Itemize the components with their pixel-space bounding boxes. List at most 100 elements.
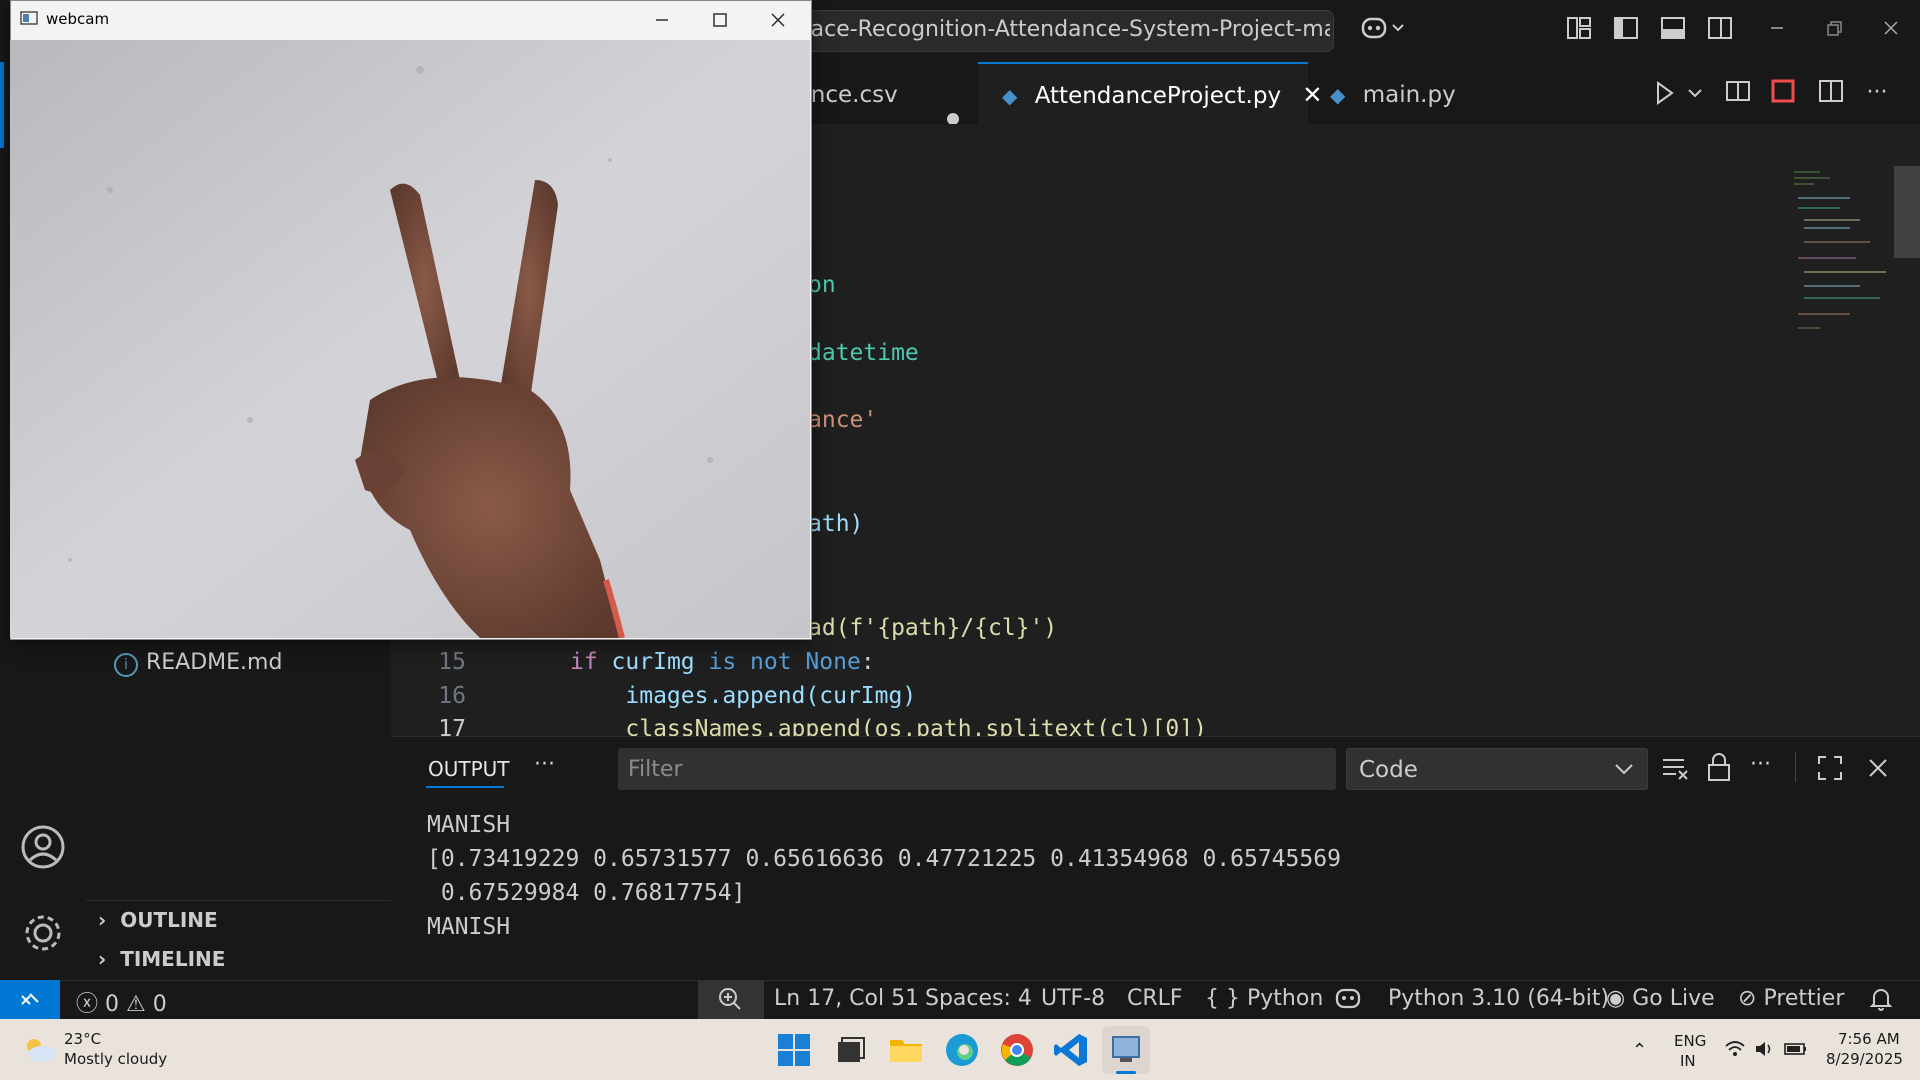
language-label: Python <box>1247 986 1324 1011</box>
chevron-up-icon[interactable]: ⌃ <box>1632 1040 1647 1061</box>
vscode-icon[interactable] <box>1051 1030 1091 1070</box>
toggle-secondary-sidebar-icon[interactable] <box>1703 14 1737 48</box>
minimap[interactable] <box>1790 168 1890 338</box>
language-mode[interactable]: { } Python <box>1205 986 1323 1011</box>
accounts-icon[interactable] <box>18 822 68 872</box>
timeline-section[interactable]: › TIMELINE <box>98 947 225 971</box>
volume-icon[interactable] <box>1754 1040 1776 1062</box>
prettier[interactable]: ⊘ Prettier <box>1738 986 1844 1011</box>
customize-layout-icon[interactable] <box>1562 14 1596 48</box>
restore-icon[interactable] <box>1816 14 1850 48</box>
encoding[interactable]: UTF-8 <box>1041 986 1105 1011</box>
file-explorer-icon[interactable] <box>886 1030 926 1070</box>
chevron-down-icon <box>1613 755 1635 785</box>
split-editor-icon[interactable] <box>1814 76 1848 110</box>
output-line: MANISH <box>427 914 511 940</box>
python-app-icon[interactable] <box>1102 1026 1150 1074</box>
output-line: 0.67529984 0.76817754] <box>427 880 746 906</box>
error-count: 0 <box>105 992 120 1017</box>
tab-label: main.py <box>1362 82 1456 108</box>
run-icon[interactable] <box>1648 76 1682 110</box>
keyword: is not <box>708 649 792 675</box>
window-app-icon <box>20 10 38 26</box>
webcam-maximize-icon[interactable] <box>710 6 730 38</box>
cursor-position[interactable]: Ln 17, Col 51 <box>774 986 919 1011</box>
channel-select[interactable]: Code <box>1346 748 1648 790</box>
webcam-title: webcam <box>46 10 110 28</box>
start-icon[interactable] <box>774 1030 814 1070</box>
record-icon[interactable] <box>1766 76 1800 110</box>
webcam-feed <box>10 40 810 638</box>
battery-icon[interactable] <box>1784 1040 1808 1062</box>
line-number: 16 <box>438 683 466 709</box>
webcam-minimize-icon[interactable] <box>652 6 672 38</box>
code-fragment: ance' <box>808 407 878 433</box>
info-icon: i <box>114 653 138 677</box>
run-dropdown-icon[interactable] <box>1680 76 1710 110</box>
code-line: if curImg is not None: <box>570 649 875 675</box>
language-indicator[interactable]: ENG <box>1674 1032 1706 1050</box>
weather-icon[interactable] <box>20 1034 60 1068</box>
panel-more-icon[interactable]: ··· <box>534 752 555 777</box>
toggle-panel-icon[interactable] <box>1656 14 1690 48</box>
active-indicator <box>0 62 4 148</box>
output-line: [0.73419229 0.65731577 0.65616636 0.4772… <box>427 846 1341 872</box>
error-icon: ⓧ <box>76 992 99 1017</box>
chrome-icon[interactable] <box>997 1030 1037 1070</box>
bell-icon[interactable] <box>1868 986 1894 1018</box>
warning-count: 0 <box>152 992 167 1017</box>
more-actions-icon[interactable]: ··· <box>1860 76 1894 110</box>
indentation[interactable]: Spaces: 4 <box>925 986 1032 1011</box>
language-region: IN <box>1680 1052 1696 1070</box>
code-fragment: on <box>808 272 836 298</box>
copilot-icon[interactable] <box>1358 14 1410 48</box>
keyword: None <box>791 649 861 675</box>
tab-output[interactable]: OUTPUT <box>428 757 510 781</box>
file-readme-label: README.md <box>146 650 283 675</box>
maximize-panel-icon[interactable] <box>1816 754 1844 786</box>
close-panel-icon[interactable] <box>1864 754 1892 786</box>
clock-date[interactable]: 8/29/2025 <box>1826 1050 1903 1068</box>
weather-temp: 23°C <box>64 1030 102 1048</box>
code-fragment: ath) <box>808 511 864 537</box>
zoom-button[interactable] <box>698 980 764 1019</box>
tab-active-content[interactable]: ◆ AttendanceProject.py ✕ <box>1002 62 1323 124</box>
lock-icon[interactable] <box>1706 752 1732 786</box>
copilot-status-icon[interactable] <box>1334 986 1362 1018</box>
output-tab-underline <box>426 786 504 788</box>
wifi-icon[interactable] <box>1724 1040 1746 1062</box>
clock-time[interactable]: 7:56 AM <box>1838 1030 1900 1048</box>
prettier-icon: ⊘ <box>1738 986 1757 1011</box>
webcam-close-icon[interactable] <box>768 6 788 38</box>
code-line: images.append(curImg) <box>570 683 917 709</box>
minimize-icon[interactable] <box>1760 14 1794 48</box>
python-interpreter[interactable]: Python 3.10 (64-bit) <box>1388 986 1609 1011</box>
warning-icon: ⚠ <box>126 992 146 1017</box>
task-view-icon[interactable] <box>830 1030 870 1070</box>
filter-input[interactable]: Filter <box>618 748 1336 790</box>
end-of-line[interactable]: CRLF <box>1127 986 1183 1011</box>
tab-main-py[interactable]: ◆ main.py <box>1330 62 1456 124</box>
remote-indicator[interactable] <box>0 980 60 1019</box>
divider <box>1795 752 1796 782</box>
filter-placeholder: Filter <box>628 757 683 782</box>
braces-icon: { } <box>1205 986 1240 1011</box>
open-changes-icon[interactable] <box>1722 76 1756 110</box>
toggle-primary-sidebar-icon[interactable] <box>1609 14 1643 48</box>
problems-indicator[interactable]: ⓧ 0 ⚠ 0 <box>76 986 167 1018</box>
go-live[interactable]: ◉ Go Live <box>1606 986 1715 1011</box>
code-fragment: datetime <box>808 340 919 366</box>
go-live-label: Go Live <box>1632 986 1715 1011</box>
gear-icon[interactable] <box>18 908 68 958</box>
outline-section[interactable]: › OUTLINE <box>98 908 218 932</box>
edge-icon[interactable] <box>942 1030 982 1070</box>
divider <box>86 900 391 901</box>
close-window-icon[interactable] <box>1874 14 1908 48</box>
output-line: MANISH <box>427 812 511 838</box>
editor-scrollbar[interactable] <box>1894 166 1920 258</box>
close-tab-icon[interactable]: ✕ <box>1302 81 1322 109</box>
channel-value: Code <box>1359 757 1418 783</box>
clear-output-icon[interactable] <box>1660 752 1690 786</box>
file-readme[interactable]: i README.md <box>114 650 282 677</box>
panel-actions-icon[interactable]: ··· <box>1750 752 1771 777</box>
